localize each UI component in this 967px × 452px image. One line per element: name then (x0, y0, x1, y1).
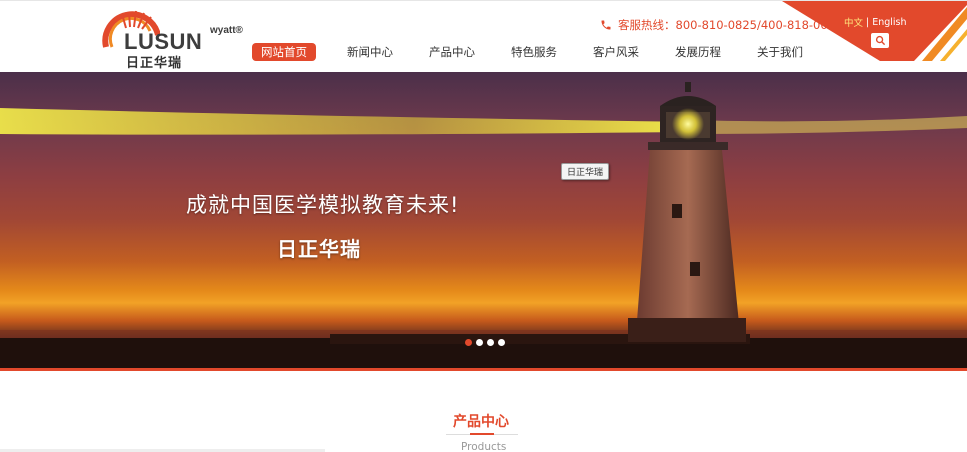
nav-products[interactable]: 产品中心 (429, 43, 475, 61)
products-title: 产品中心 (453, 414, 509, 430)
slider-dots (465, 339, 509, 346)
site-header: LUSUN wyatt® 日正华瑞 客服热线：800-810-0825/400-… (0, 0, 967, 72)
banner-brand: 日正华瑞 (277, 237, 361, 261)
logo-cn: 日正华瑞 (126, 56, 183, 71)
nav-home[interactable]: 网站首页 (252, 43, 316, 61)
logo-sub: wyatt® (210, 25, 243, 36)
language-switch: 中文 | English (844, 15, 907, 30)
slider-dot-3[interactable] (487, 339, 494, 346)
main-nav: 网站首页 新闻中心 产品中心 特色服务 客户风采 发展历程 关于我们 (252, 43, 803, 61)
header-corner-decoration (782, 1, 967, 61)
lang-cn[interactable]: 中文 (844, 15, 863, 29)
hero-banner[interactable]: 成就中国医学模拟教育未来! 日正华瑞 日正华瑞 (0, 72, 967, 368)
banner-slogan: 成就中国医学模拟教育未来! (186, 193, 460, 217)
nav-services[interactable]: 特色服务 (511, 43, 557, 61)
banner-bottom-bar (0, 368, 967, 371)
lang-separator: | (866, 16, 870, 28)
phone-icon (601, 20, 611, 30)
products-subtitle: Products (461, 441, 507, 452)
logo[interactable]: LUSUN wyatt® 日正华瑞 (100, 9, 243, 71)
banner-tooltip: 日正华瑞 (561, 163, 610, 180)
lang-en[interactable]: English (872, 17, 906, 28)
slider-dot-1[interactable] (465, 339, 472, 346)
search-icon (875, 35, 885, 46)
products-title-accent (470, 433, 494, 435)
nav-customers[interactable]: 客户风采 (593, 43, 639, 61)
nav-news[interactable]: 新闻中心 (347, 43, 393, 61)
nav-history[interactable]: 发展历程 (675, 43, 721, 61)
slider-dot-4[interactable] (498, 339, 505, 346)
slider-dot-2[interactable] (476, 339, 483, 346)
banner-scene (0, 82, 967, 368)
search-button[interactable] (871, 33, 889, 48)
